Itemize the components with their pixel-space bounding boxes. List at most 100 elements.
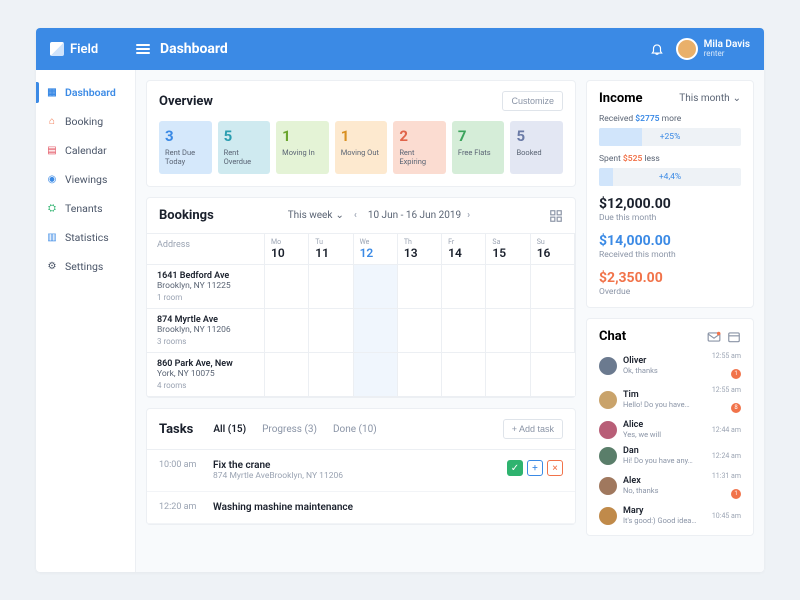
chat-item[interactable]: OliverOk, thanks12:55 am1 (599, 352, 741, 379)
sidebar-item-label: Calendar (65, 144, 107, 157)
view-toggle-icon[interactable] (549, 209, 563, 223)
brand-logo[interactable]: Field (50, 42, 136, 57)
viewings-icon: ◉ (46, 174, 58, 186)
settings-icon: ⚙ (46, 261, 58, 273)
task-delete-button[interactable]: × (547, 460, 563, 476)
chat-item[interactable]: TimHello! Do you have…12:55 am8 (599, 386, 741, 413)
user-role: renter (704, 50, 750, 59)
chat-item[interactable]: AlexNo, thanks11:31 am1 (599, 472, 741, 499)
customize-button[interactable]: Customize (502, 91, 563, 111)
chat-item[interactable]: DanHi! Do you have any…12:24 am (599, 446, 741, 465)
task-add-button[interactable]: + (527, 460, 543, 476)
tab-progress[interactable]: Progress (3) (262, 424, 317, 435)
page-title: Dashboard (160, 41, 228, 57)
calendar-cell[interactable] (354, 265, 398, 309)
calendar-cell[interactable] (398, 353, 442, 397)
sidebar-item-calendar[interactable]: ▤Calendar (36, 136, 135, 165)
unread-badge: 1 (731, 489, 741, 499)
income-amount-label: Overdue (599, 287, 741, 297)
spent-bar: +4,4% (599, 168, 741, 186)
chevron-down-icon: ⌄ (335, 210, 343, 221)
day-header[interactable]: We12 (354, 234, 398, 265)
sidebar-item-label: Statistics (65, 231, 109, 244)
tab-all[interactable]: All (15) (213, 424, 246, 435)
next-week-button[interactable]: › (467, 210, 475, 221)
day-header[interactable]: Mo10 (265, 234, 309, 265)
calendar-cell[interactable] (486, 265, 530, 309)
chat-avatar (599, 447, 617, 465)
sidebar-item-settings[interactable]: ⚙ Settings (36, 252, 135, 281)
sidebar: ▦ Dashboard ⌂Booking▤Calendar ◉ Viewings ⛭Ten… (36, 70, 136, 572)
task-row: 10:00 amFix the crane874 Myrtle AveBrook… (147, 450, 575, 492)
calendar-cell[interactable] (265, 265, 309, 309)
calendar-cell[interactable] (309, 265, 353, 309)
sidebar-item-label: Viewings (65, 173, 107, 186)
calendar-cell[interactable] (354, 353, 398, 397)
income-amount: $14,000.00 (599, 233, 741, 249)
stat-tile[interactable]: 1Moving In (276, 121, 329, 174)
calendar-cell[interactable] (309, 309, 353, 353)
day-header[interactable]: Sa15 (486, 234, 530, 265)
stat-tile[interactable]: 2Rent Expiring (393, 121, 446, 174)
day-header[interactable]: Fr14 (442, 234, 486, 265)
calendar-cell[interactable] (265, 309, 309, 353)
chat-avatar (599, 391, 617, 409)
user-menu[interactable]: Mila Davis renter (676, 38, 750, 60)
calendar-cell[interactable] (531, 309, 575, 353)
calendar-cell[interactable] (354, 309, 398, 353)
calendar-cell[interactable] (265, 353, 309, 397)
unread-badge: 1 (731, 369, 741, 379)
bookings-title: Bookings (159, 208, 214, 223)
menu-toggle-icon[interactable] (136, 44, 150, 54)
calendar-cell[interactable] (531, 265, 575, 309)
add-task-button[interactable]: + Add task (503, 419, 563, 439)
sidebar-item-label: Dashboard (65, 86, 116, 99)
address-cell[interactable]: 874 Myrtle AveBrooklyn, NY 112063 rooms (147, 309, 265, 353)
sidebar-item-dashboard[interactable]: ▦ Dashboard (36, 78, 135, 107)
calendar-cell[interactable] (442, 265, 486, 309)
sidebar-item-label: Tenants (65, 202, 103, 215)
statistics-icon: ▥ (46, 232, 58, 244)
day-header[interactable]: Su16 (531, 234, 575, 265)
calendar-cell[interactable] (442, 353, 486, 397)
income-period-select[interactable]: This month ⌄ (679, 93, 741, 104)
received-bar: +25% (599, 128, 741, 146)
calendar-cell[interactable] (486, 353, 530, 397)
mail-icon[interactable] (707, 331, 721, 343)
sidebar-item-label: Settings (65, 260, 103, 273)
stat-tile[interactable]: 7Free Flats (452, 121, 505, 174)
address-cell[interactable]: 860 Park Ave, NewYork, NY 100754 rooms (147, 353, 265, 397)
prev-week-button[interactable]: ‹ (354, 210, 362, 221)
sidebar-item-tenants[interactable]: ⛭Tenants (36, 194, 135, 223)
calendar-icon[interactable] (727, 331, 741, 343)
calendar-cell[interactable] (531, 353, 575, 397)
day-header[interactable]: Tu11 (309, 234, 353, 265)
chat-avatar (599, 421, 617, 439)
sidebar-item-viewings[interactable]: ◉ Viewings (36, 165, 135, 194)
tab-done[interactable]: Done (10) (333, 424, 377, 435)
calendar-cell[interactable] (398, 265, 442, 309)
income-amount: $12,000.00 (599, 196, 741, 212)
chevron-down-icon: ⌄ (733, 93, 741, 104)
sidebar-item-booking[interactable]: ⌂Booking (36, 107, 135, 136)
calendar-cell[interactable] (309, 353, 353, 397)
stat-tile[interactable]: 1Moving Out (335, 121, 388, 174)
day-header[interactable]: Th13 (398, 234, 442, 265)
chat-item[interactable]: MaryIt's good:) Good idea…10:45 am (599, 506, 741, 525)
calendar-cell[interactable] (398, 309, 442, 353)
address-cell[interactable]: 1641 Bedford AveBrooklyn, NY 112251 room (147, 265, 265, 309)
dashboard-icon: ▦ (46, 87, 58, 99)
chat-title: Chat (599, 329, 701, 344)
calendar-cell[interactable] (486, 309, 530, 353)
unread-badge: 8 (731, 403, 741, 413)
bookings-period-select[interactable]: This week ⌄ (288, 210, 344, 221)
sidebar-item-statistics[interactable]: ▥ Statistics (36, 223, 135, 252)
task-done-button[interactable]: ✓ (507, 460, 523, 476)
stat-tile[interactable]: 5Rent Overdue (218, 121, 271, 174)
tasks-title: Tasks (159, 422, 193, 437)
bell-icon[interactable] (650, 42, 664, 56)
calendar-cell[interactable] (442, 309, 486, 353)
stat-tile[interactable]: 3Rent Due Today (159, 121, 212, 174)
stat-tile[interactable]: 5Booked (510, 121, 563, 174)
chat-item[interactable]: AliceYes, we will12:44 am (599, 420, 741, 439)
